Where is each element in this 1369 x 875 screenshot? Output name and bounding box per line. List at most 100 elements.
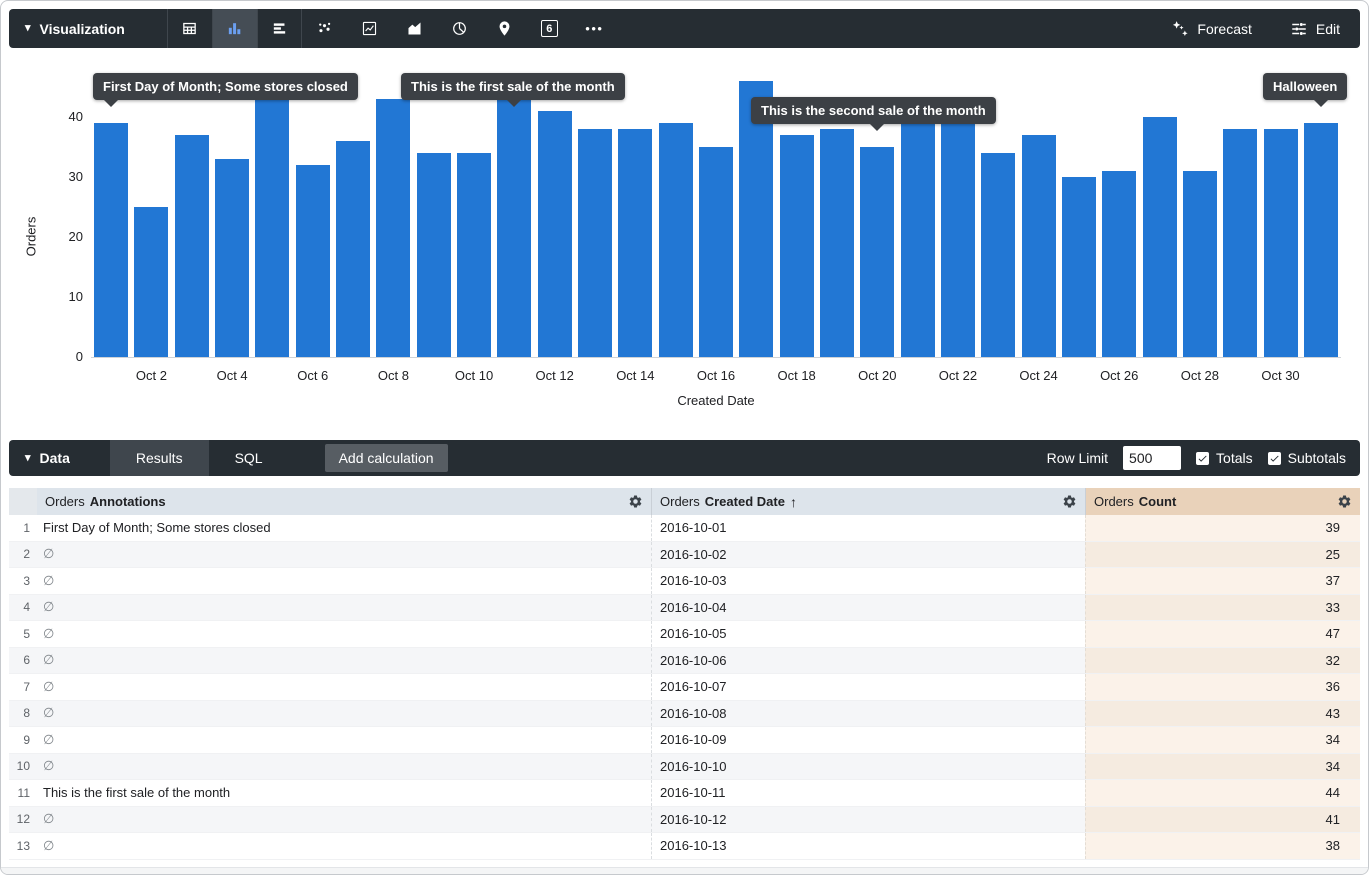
bar-2016-10-29[interactable] [1223,129,1257,357]
sort-ascending-icon[interactable]: ↑ [790,494,797,510]
created-date-cell[interactable]: 2016-10-07 [651,674,1085,700]
count-cell[interactable]: 36 [1085,674,1360,700]
subtotals-checkbox[interactable]: Subtotals [1268,450,1346,466]
annotation-label[interactable]: First Day of Month; Some stores closed [93,73,358,100]
bar-2016-10-14[interactable] [618,129,652,357]
annotation-cell[interactable]: ∅ [37,648,651,674]
single-value-icon[interactable]: 6 [527,9,572,48]
bar-2016-10-23[interactable] [981,153,1015,357]
annotation-label[interactable]: This is the first sale of the month [401,73,625,100]
column-header-annotations[interactable]: Orders Annotations [37,488,651,515]
count-cell[interactable]: 47 [1085,621,1360,647]
line-chart-icon[interactable] [347,9,392,48]
annotation-cell[interactable]: ∅ [37,701,651,727]
data-section-toggle[interactable]: ▾ Data [9,450,86,466]
created-date-cell[interactable]: 2016-10-12 [651,807,1085,833]
created-date-cell[interactable]: 2016-10-08 [651,701,1085,727]
created-date-cell[interactable]: 2016-10-13 [651,833,1085,859]
scatter-icon[interactable] [302,9,347,48]
table-icon[interactable] [167,9,212,48]
more-icon[interactable]: ••• [572,9,617,48]
horizontal-scrollbar[interactable] [1,867,1368,874]
annotation-cell[interactable]: ∅ [37,568,651,594]
count-cell[interactable]: 25 [1085,542,1360,568]
annotation-cell[interactable]: ∅ [37,754,651,780]
annotation-label[interactable]: This is the second sale of the month [751,97,996,124]
bar-2016-10-18[interactable] [780,135,814,357]
area-chart-icon[interactable] [392,9,437,48]
bar-2016-10-13[interactable] [578,129,612,357]
bar-2016-10-05[interactable] [255,75,289,357]
count-cell[interactable]: 43 [1085,701,1360,727]
edit-button[interactable]: Edit [1290,20,1340,38]
visualization-section-toggle[interactable]: ▾ Visualization [9,21,141,37]
annotation-cell[interactable]: ∅ [37,674,651,700]
bar-2016-10-27[interactable] [1143,117,1177,357]
annotation-cell[interactable]: ∅ [37,727,651,753]
annotation-cell[interactable]: This is the first sale of the month [37,780,651,806]
gear-icon[interactable] [1337,494,1352,509]
created-date-cell[interactable]: 2016-10-06 [651,648,1085,674]
gear-icon[interactable] [1062,494,1077,509]
bar-2016-10-02[interactable] [134,207,168,357]
map-icon[interactable] [482,9,527,48]
bar-2016-10-25[interactable] [1062,177,1096,357]
created-date-cell[interactable]: 2016-10-03 [651,568,1085,594]
created-date-cell[interactable]: 2016-10-04 [651,595,1085,621]
created-date-cell[interactable]: 2016-10-01 [651,515,1085,541]
subtotals-checkbox-box[interactable] [1268,452,1281,465]
created-date-cell[interactable]: 2016-10-10 [651,754,1085,780]
created-date-cell[interactable]: 2016-10-11 [651,780,1085,806]
bar-2016-10-15[interactable] [659,123,693,357]
pie-chart-icon[interactable] [437,9,482,48]
created-date-cell[interactable]: 2016-10-09 [651,727,1085,753]
bar-2016-10-10[interactable] [457,153,491,357]
annotation-cell[interactable]: ∅ [37,833,651,859]
forecast-button[interactable]: Forecast [1171,20,1251,38]
bar-2016-10-28[interactable] [1183,171,1217,357]
bar-2016-10-12[interactable] [538,111,572,357]
bar-2016-10-21[interactable] [901,105,935,357]
annotation-cell[interactable]: First Day of Month; Some stores closed [37,515,651,541]
gear-icon[interactable] [628,494,643,509]
annotation-label[interactable]: Halloween [1263,73,1347,100]
count-cell[interactable]: 34 [1085,754,1360,780]
bar-2016-10-04[interactable] [215,159,249,357]
totals-checkbox-box[interactable] [1196,452,1209,465]
count-cell[interactable]: 41 [1085,807,1360,833]
annotation-cell[interactable]: ∅ [37,542,651,568]
bar-2016-10-22[interactable] [941,99,975,357]
bar-2016-10-11[interactable] [497,93,531,357]
count-cell[interactable]: 33 [1085,595,1360,621]
totals-checkbox[interactable]: Totals [1196,450,1253,466]
bar-2016-10-31[interactable] [1304,123,1338,357]
annotation-cell[interactable]: ∅ [37,595,651,621]
count-cell[interactable]: 44 [1085,780,1360,806]
bar-2016-10-07[interactable] [336,141,370,357]
bar-2016-10-03[interactable] [175,135,209,357]
bar-2016-10-24[interactable] [1022,135,1056,357]
column-header-created-date[interactable]: Orders Created Date ↑ [651,488,1085,515]
count-cell[interactable]: 37 [1085,568,1360,594]
created-date-cell[interactable]: 2016-10-02 [651,542,1085,568]
tab-results[interactable]: Results [110,440,209,476]
bar-chart-icon[interactable] [257,9,302,48]
annotation-cell[interactable]: ∅ [37,621,651,647]
count-cell[interactable]: 34 [1085,727,1360,753]
column-chart-icon[interactable] [212,9,257,48]
created-date-cell[interactable]: 2016-10-05 [651,621,1085,647]
row-limit-input[interactable] [1123,446,1181,470]
annotation-cell[interactable]: ∅ [37,807,651,833]
tab-sql[interactable]: SQL [209,440,289,476]
bar-2016-10-06[interactable] [296,165,330,357]
count-cell[interactable]: 38 [1085,833,1360,859]
count-cell[interactable]: 39 [1085,515,1360,541]
bar-2016-10-16[interactable] [699,147,733,357]
column-header-count[interactable]: Orders Count [1085,488,1360,515]
count-cell[interactable]: 32 [1085,648,1360,674]
bar-2016-10-09[interactable] [417,153,451,357]
bar-2016-10-20[interactable] [860,147,894,357]
bar-2016-10-30[interactable] [1264,129,1298,357]
add-calculation-button[interactable]: Add calculation [325,444,448,472]
bar-2016-10-01[interactable] [94,123,128,357]
